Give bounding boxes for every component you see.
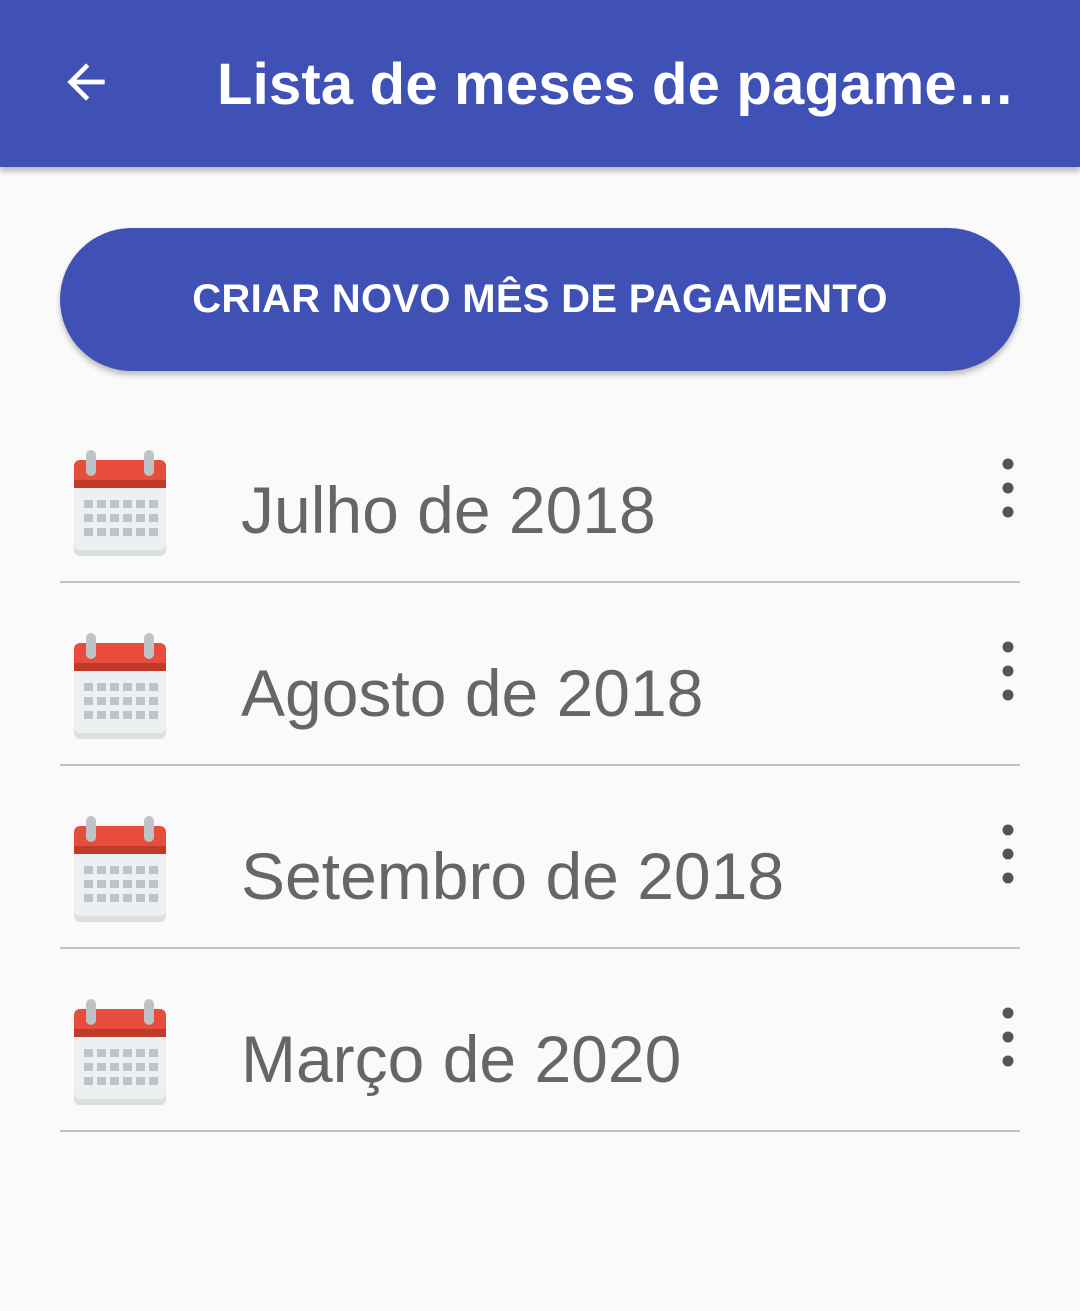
more-options-button[interactable] [984,1001,1032,1073]
more-options-button[interactable] [984,818,1032,890]
more-vert-icon [1002,1007,1014,1067]
more-vert-icon [1002,458,1014,518]
create-payment-month-label: CRIAR NOVO MÊS DE PAGAMENTO [192,277,888,321]
list-item[interactable]: Setembro de 2018 [60,766,1020,949]
month-label: Julho de 2018 [241,473,656,547]
more-vert-icon [1002,641,1014,701]
month-label: Setembro de 2018 [241,839,785,913]
list-item[interactable]: Julho de 2018 [60,400,1020,583]
back-button[interactable] [44,40,128,124]
month-label: Março de 2020 [241,1022,682,1096]
list-item[interactable]: Agosto de 2018 [60,583,1020,766]
more-options-button[interactable] [984,452,1032,524]
calendar-icon [74,450,166,556]
arrow-back-icon [67,63,105,101]
month-label: Agosto de 2018 [241,656,704,730]
more-options-button[interactable] [984,635,1032,707]
page-title: Lista de meses de pagamen… [217,52,1017,117]
calendar-icon [74,816,166,922]
app-bar: Lista de meses de pagamen… [0,0,1080,167]
more-vert-icon [1002,824,1014,884]
payment-month-list: Julho de 2018 Agosto de 2018 Setembro de… [60,400,1020,1132]
calendar-icon [74,633,166,739]
list-item[interactable]: Março de 2020 [60,949,1020,1132]
create-payment-month-button[interactable]: CRIAR NOVO MÊS DE PAGAMENTO [60,228,1020,371]
calendar-icon [74,999,166,1105]
